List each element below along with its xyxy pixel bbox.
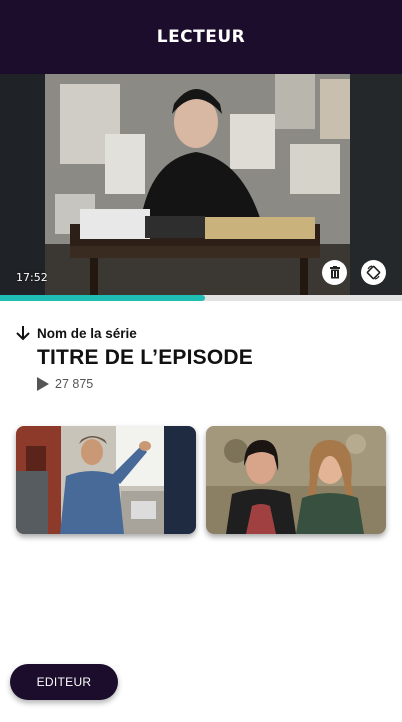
arrow-down-icon — [16, 326, 30, 341]
video-progress-bar[interactable] — [0, 295, 402, 301]
thumbnail-image — [206, 426, 386, 534]
episode-title: TITRE DE L’EPISODE — [37, 346, 253, 369]
series-row: Nom de la série — [14, 324, 390, 342]
video-timestamp: 17:52 — [16, 271, 48, 284]
trash-icon — [329, 266, 340, 279]
page-title: LECTEUR — [156, 27, 246, 47]
episode-info: Nom de la série TITRE DE L’EPISODE 27 87… — [14, 324, 390, 392]
video-player[interactable]: 17:52 — [0, 74, 402, 296]
editor-button[interactable]: EDITEUR — [10, 664, 118, 700]
play-icon — [37, 377, 49, 391]
thumbnail-image — [16, 426, 196, 534]
screen-rotation-icon — [366, 265, 381, 280]
related-video-thumbnail-1[interactable] — [16, 426, 196, 534]
related-video-thumbnail-2[interactable] — [206, 426, 386, 534]
video-progress-fill — [0, 295, 206, 301]
views-row: 27 875 — [36, 376, 390, 392]
app-header: LECTEUR — [0, 0, 402, 74]
series-name: Nom de la série — [37, 325, 137, 341]
rotate-screen-button[interactable] — [361, 260, 386, 285]
views-count: 27 875 — [55, 377, 94, 391]
related-videos — [16, 426, 386, 534]
delete-button[interactable] — [322, 260, 347, 285]
